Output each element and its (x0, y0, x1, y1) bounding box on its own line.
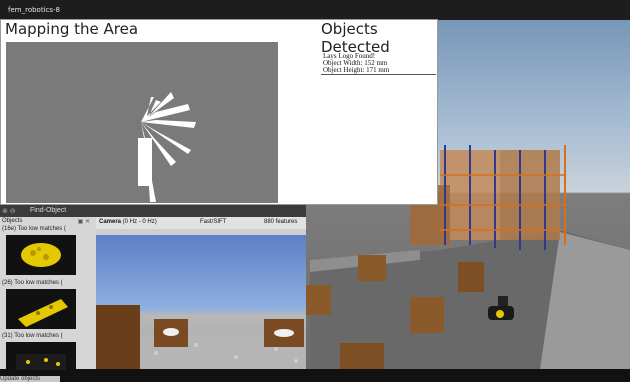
lidar-scan-map (138, 92, 196, 202)
camera-scene (96, 305, 306, 369)
map-canvas (6, 42, 278, 203)
detection-line: Object Height: 171 mm (323, 66, 390, 74)
objects-detected-title: Objects Detected (321, 20, 390, 56)
window-title: fem_robotics-8 (8, 6, 60, 14)
list-item[interactable]: (16e) Too low matches ( (2, 226, 92, 275)
detector-label: Fast/SIFT (200, 219, 227, 225)
object-label: (31) Too low matches ( (2, 333, 63, 339)
camera-panel: Camera (0 Hz - 0 Hz) Fast/SIFT 880 featu… (96, 217, 306, 369)
object-label: (26) Too low matches ( (2, 280, 63, 286)
find-object-title-bar: ⊗ ⊖ Find-Object (0, 205, 306, 217)
window-title-bar: fem_robotics-8 (0, 0, 630, 20)
mapping-window: Mapping the Area Objects Detected Lays L… (0, 19, 438, 205)
list-item[interactable]: (31) Too low matches ( (2, 333, 92, 374)
window-controls-icon[interactable]: ⊗ ⊖ (2, 207, 16, 215)
camera-header: Camera (0 Hz - 0 Hz) Fast/SIFT 880 featu… (96, 217, 306, 229)
object-label: (16e) Too low matches ( (2, 226, 66, 232)
camera-rate: (0 Hz - 0 Hz) (122, 219, 157, 225)
feature-count: 880 features (264, 219, 298, 225)
find-object-window: ⊗ ⊖ Find-Object Objects ▣ ✕ (16e) Too lo… (0, 205, 306, 382)
find-object-title: Find-Object (30, 207, 67, 214)
panel-dock-icon[interactable]: ▣ ✕ (78, 218, 90, 225)
update-objects-button[interactable]: Update objects (0, 376, 60, 382)
object-thumbnail (6, 342, 76, 374)
list-item[interactable]: (26) Too low matches ( (2, 280, 92, 329)
camera-view (96, 235, 306, 369)
detection-info: Lays Logo Found! Object Width: 152 mm Ob… (323, 53, 389, 74)
divider (321, 74, 436, 75)
mapping-title: Mapping the Area (5, 20, 139, 38)
objects-header: Objects (2, 218, 23, 224)
object-thumbnail (6, 235, 76, 275)
box (96, 305, 140, 369)
object-thumbnail (6, 289, 76, 329)
camera-name: Camera (99, 219, 122, 225)
objects-list: Objects ▣ ✕ (16e) Too low matches ( (26)… (0, 217, 96, 382)
